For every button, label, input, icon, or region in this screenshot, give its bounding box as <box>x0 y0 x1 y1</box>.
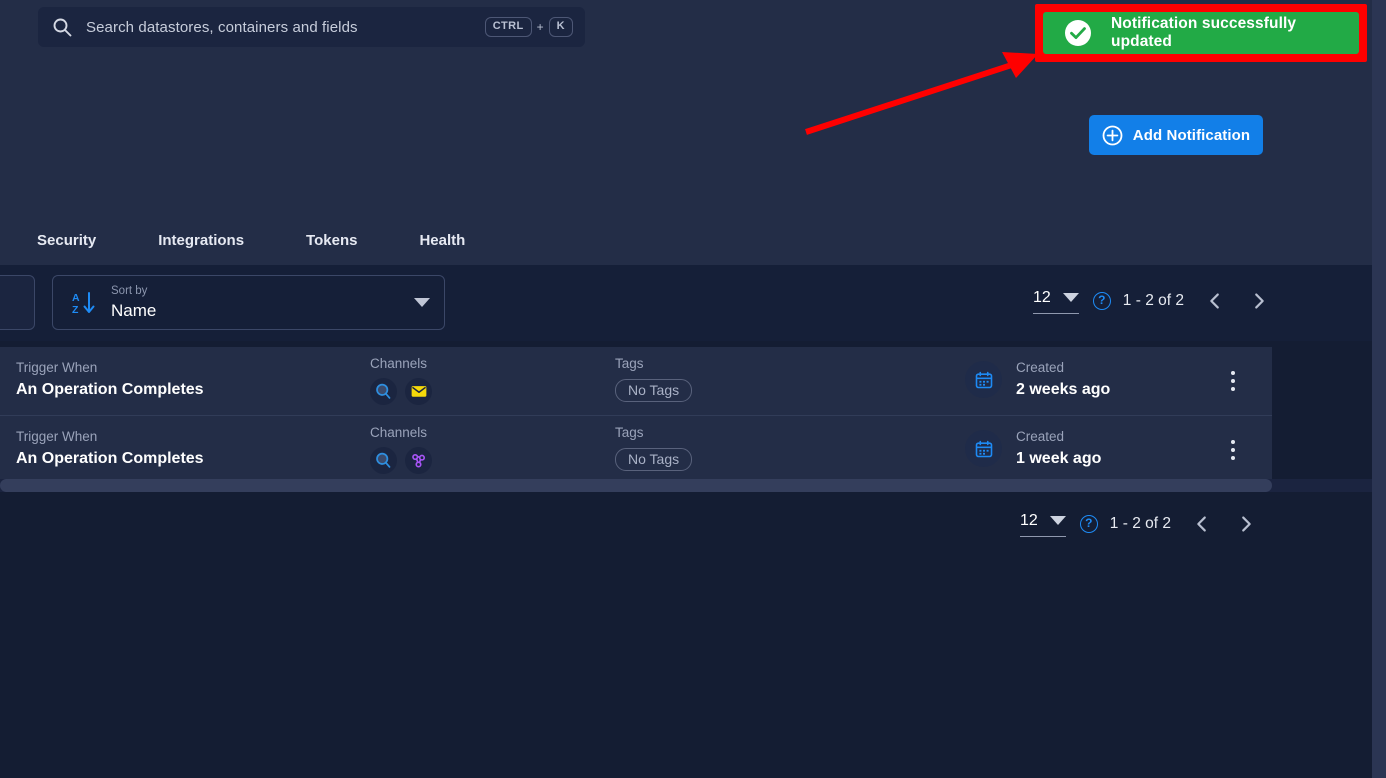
channels-cell: Channels <box>370 424 432 474</box>
page-size-underline <box>1020 535 1066 537</box>
help-circle-icon[interactable]: ? <box>1092 292 1111 310</box>
tab-integrations[interactable]: Integrations <box>146 232 256 249</box>
global-search-input[interactable]: Search datastores, containers and fields… <box>38 7 585 47</box>
email-channel-icon[interactable] <box>405 377 432 405</box>
previous-page-button[interactable] <box>1189 511 1215 537</box>
next-page-button[interactable] <box>1233 511 1259 537</box>
created-cell: Created 2 weeks ago <box>965 359 1110 400</box>
tags-label: Tags <box>615 356 644 371</box>
toast-annotation-box: Notification successfully updated <box>1035 4 1367 62</box>
page-size-select[interactable]: 12 <box>1033 289 1079 314</box>
horizontal-scrollbar-thumb[interactable] <box>0 479 1272 492</box>
page-size-value: 12 <box>1033 288 1051 306</box>
page-size-select[interactable]: 12 <box>1020 512 1066 537</box>
pagination-bottom: 12 ? 1 - 2 of 2 <box>1020 511 1259 537</box>
key-plus-symbol: + <box>536 20 544 34</box>
check-circle-icon <box>1065 20 1091 46</box>
tab-tokens[interactable]: Tokens <box>294 232 369 249</box>
pagination-range-label: 1 - 2 of 2 <box>1122 292 1184 309</box>
key-ctrl: CTRL <box>484 17 532 37</box>
chevron-down-icon <box>414 298 430 307</box>
sort-alpha-down-icon: A Z <box>71 290 97 316</box>
calendar-icon <box>965 430 1002 468</box>
search-channel-icon[interactable] <box>370 377 397 405</box>
filter-input-clipped[interactable] <box>0 275 35 330</box>
trigger-cell: Trigger When An Operation Completes <box>16 359 204 400</box>
channels-label: Channels <box>370 356 428 371</box>
add-notification-label: Add Notification <box>1132 126 1251 144</box>
vertical-scrollbar[interactable] <box>1372 0 1386 778</box>
table-row[interactable]: Trigger When An Operation Completes Chan… <box>0 347 1272 415</box>
kebab-menu-icon[interactable] <box>1222 437 1244 463</box>
settings-tabs: Security Integrations Tokens Health <box>0 218 477 262</box>
previous-page-button[interactable] <box>1202 288 1228 314</box>
svg-text:Z: Z <box>72 304 79 316</box>
trigger-label: Trigger When <box>16 360 98 375</box>
search-channel-icon[interactable] <box>370 446 397 474</box>
page-size-value: 12 <box>1020 511 1038 529</box>
help-circle-icon[interactable]: ? <box>1079 515 1098 533</box>
trigger-value: An Operation Completes <box>16 380 204 398</box>
app-root: Search datastores, containers and fields… <box>0 0 1386 778</box>
table-row[interactable]: Trigger When An Operation Completes Chan… <box>0 415 1272 483</box>
sort-by-label: Sort by <box>111 285 148 298</box>
tags-cell: Tags No Tags <box>615 355 693 402</box>
tab-security[interactable]: Security <box>25 232 108 249</box>
success-toast[interactable]: Notification successfully updated <box>1043 12 1359 54</box>
created-label: Created <box>1016 360 1065 375</box>
channels-label: Channels <box>370 425 428 440</box>
search-icon <box>52 17 72 37</box>
channels-cell: Channels <box>370 355 432 405</box>
search-placeholder-text: Search datastores, containers and fields <box>86 18 358 36</box>
webhook-channel-icon[interactable] <box>405 446 432 474</box>
pagination-range-label: 1 - 2 of 2 <box>1109 515 1171 532</box>
trigger-label: Trigger When <box>16 429 98 444</box>
page-size-underline <box>1033 312 1079 314</box>
next-page-button[interactable] <box>1246 288 1272 314</box>
chevron-down-icon <box>1049 516 1066 525</box>
created-value: 1 week ago <box>1016 449 1102 467</box>
tags-value: No Tags <box>615 378 693 402</box>
kebab-menu-icon[interactable] <box>1222 368 1244 394</box>
svg-text:A: A <box>72 292 80 304</box>
tags-label: Tags <box>615 425 644 440</box>
key-k: K <box>548 17 573 37</box>
calendar-icon <box>965 361 1002 399</box>
chevron-down-icon <box>1062 293 1079 302</box>
sort-by-select[interactable]: A Z Sort by Name <box>52 275 445 330</box>
toast-message: Notification successfully updated <box>1111 15 1297 50</box>
add-notification-button[interactable]: Add Notification <box>1089 115 1263 155</box>
created-label: Created <box>1016 429 1065 444</box>
trigger-value: An Operation Completes <box>16 449 204 467</box>
sort-by-value: Name <box>111 300 157 320</box>
tab-health[interactable]: Health <box>407 232 477 249</box>
created-cell: Created 1 week ago <box>965 428 1101 469</box>
pagination-top: 12 ? 1 - 2 of 2 <box>1033 288 1272 314</box>
plus-circle-icon <box>1102 125 1123 146</box>
tags-value: No Tags <box>615 447 693 471</box>
trigger-cell: Trigger When An Operation Completes <box>16 428 204 469</box>
tags-cell: Tags No Tags <box>615 424 693 471</box>
search-shortcut-hint: CTRL + K <box>484 17 573 37</box>
created-value: 2 weeks ago <box>1016 380 1111 398</box>
notifications-table: Trigger When An Operation Completes Chan… <box>0 347 1272 483</box>
